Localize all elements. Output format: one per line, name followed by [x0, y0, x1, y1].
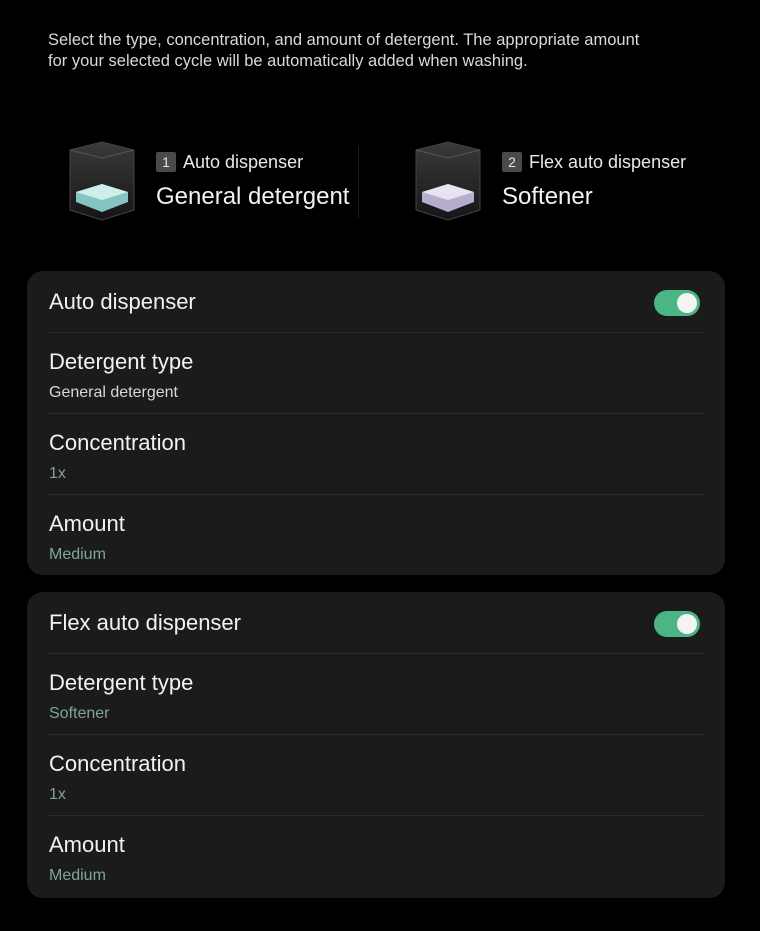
- intro-line-2: for your selected cycle will be automati…: [48, 52, 528, 70]
- detergent-type-value: General detergent: [49, 384, 178, 401]
- dispenser-cube-icon: [415, 141, 481, 221]
- detergent-type-value: Softener: [49, 705, 110, 722]
- dispenser-label: Flex auto dispenser: [529, 151, 687, 172]
- amount-label: Amount: [49, 832, 125, 857]
- concentration-label: Concentration: [49, 751, 186, 776]
- dispenser-divider: [358, 146, 359, 218]
- dispenser-content: General detergent: [156, 182, 350, 210]
- dispenser-2-overview: 2 Flex auto dispenser Softener: [408, 140, 686, 222]
- auto-dispenser-title: Auto dispenser: [49, 289, 196, 314]
- intro-line-1: Select the type, concentration, and amou…: [48, 31, 640, 49]
- flex-auto-dispenser-card: Flex auto dispenser Detergent type Softe…: [27, 592, 725, 898]
- dispenser-cube-icon: [69, 141, 135, 221]
- concentration-value: 1x: [49, 786, 66, 803]
- amount-row[interactable]: Amount Medium: [48, 816, 704, 896]
- detergent-type-row[interactable]: Detergent type General detergent: [48, 333, 704, 414]
- dispenser-content: Softener: [502, 182, 593, 210]
- toggle-knob: [677, 293, 697, 313]
- dispenser-1-overview: 1 Auto dispenser General detergent: [62, 140, 349, 222]
- auto-dispenser-toggle[interactable]: [654, 290, 700, 316]
- auto-dispenser-toggle-row[interactable]: Auto dispenser: [48, 271, 704, 333]
- amount-label: Amount: [49, 511, 125, 536]
- concentration-value: 1x: [49, 465, 66, 482]
- detergent-type-label: Detergent type: [49, 349, 194, 374]
- amount-row[interactable]: Amount Medium: [48, 495, 704, 575]
- concentration-row[interactable]: Concentration 1x: [48, 414, 704, 495]
- detergent-type-label: Detergent type: [49, 670, 194, 695]
- flex-auto-dispenser-toggle-row[interactable]: Flex auto dispenser: [48, 592, 704, 654]
- amount-value: Medium: [49, 867, 106, 884]
- dispenser-label: Auto dispenser: [183, 151, 304, 172]
- concentration-label: Concentration: [49, 430, 186, 455]
- intro-description: Select the type, concentration, and amou…: [48, 30, 718, 72]
- dispenser-number-badge: 1: [156, 152, 176, 172]
- amount-value: Medium: [49, 546, 106, 563]
- concentration-row[interactable]: Concentration 1x: [48, 735, 704, 816]
- flex-auto-dispenser-toggle[interactable]: [654, 611, 700, 637]
- dispenser-number-badge: 2: [502, 152, 522, 172]
- auto-dispenser-card: Auto dispenser Detergent type General de…: [27, 271, 725, 575]
- toggle-knob: [677, 614, 697, 634]
- flex-auto-dispenser-title: Flex auto dispenser: [49, 610, 241, 635]
- detergent-type-row[interactable]: Detergent type Softener: [48, 654, 704, 735]
